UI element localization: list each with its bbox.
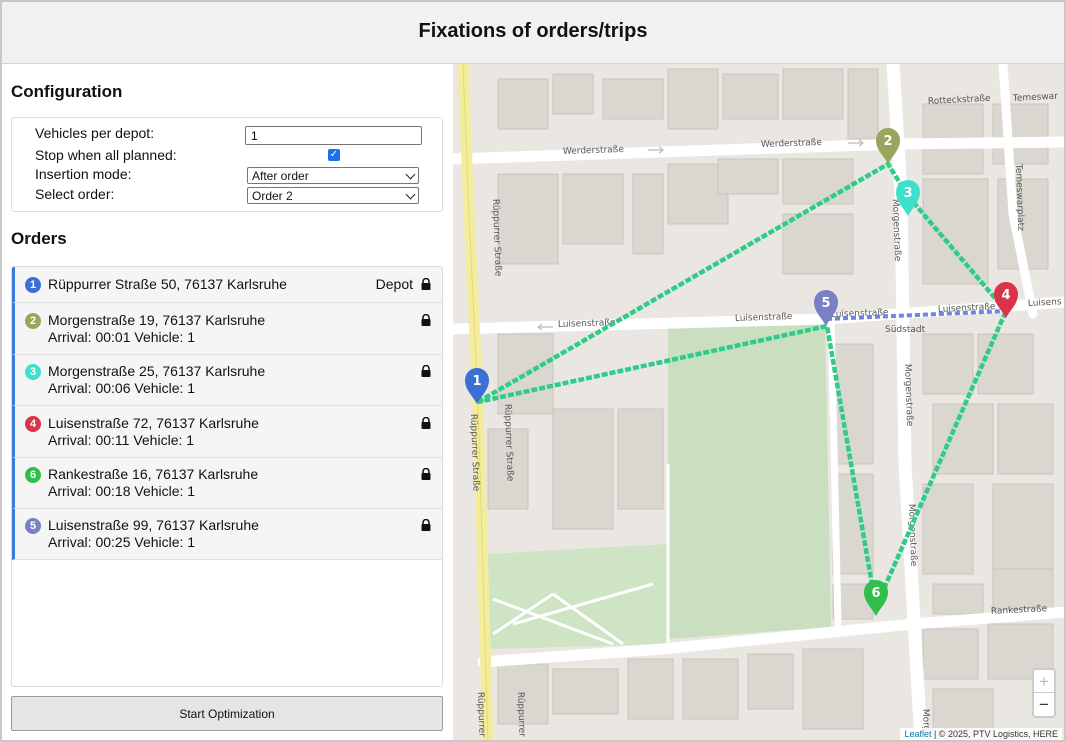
order-number-badge: 1: [25, 277, 41, 293]
configuration-title: Configuration: [11, 82, 123, 101]
order-address: Morgenstraße 25, 76137 Karlsruhe: [48, 363, 266, 379]
marker-label: 2: [883, 134, 892, 149]
insertion-mode-value: After order: [252, 169, 309, 183]
street-label: Temeswar: [1012, 92, 1059, 104]
configuration-panel: Vehicles per depot: Stop when all planne…: [11, 117, 443, 212]
park-area: [488, 544, 668, 649]
app-header: Fixations of orders/trips: [0, 0, 1066, 64]
lock-icon[interactable]: [420, 314, 432, 326]
order-address: Rankestraße 16, 76137 Karlsruhe: [48, 466, 259, 482]
chevron-down-icon: [405, 189, 416, 200]
street-label: Morgenstraße: [890, 199, 902, 262]
park-area: [668, 322, 831, 639]
orders-list: 1 Rüppurrer Straße 50, 76137 Karlsruhe D…: [11, 266, 443, 687]
vehicles-per-depot-input[interactable]: [245, 126, 422, 145]
attribution-text: | © 2025, PTV Logistics, HERE: [931, 729, 1058, 739]
order-arrival-info: Arrival: 00:25 Vehicle: 1: [48, 534, 196, 550]
order-number-badge: 4: [25, 416, 41, 432]
order-address: Luisenstraße 99, 76137 Karlsruhe: [48, 517, 259, 533]
page-title: Fixations of orders/trips: [418, 20, 648, 42]
lock-icon[interactable]: [420, 365, 432, 377]
start-optimization-button[interactable]: Start Optimization: [11, 696, 443, 731]
map-attribution: Leaflet | © 2025, PTV Logistics, HERE: [900, 728, 1062, 740]
street-label: Rüppurrer Straße: [468, 414, 481, 492]
street-label: Luisenstraße: [735, 312, 793, 324]
order-address: Morgenstraße 19, 76137 Karlsruhe: [48, 312, 266, 328]
order-row[interactable]: 4 Luisenstraße 72, 76137 Karlsruhe Arriv…: [12, 406, 442, 458]
order-row[interactable]: 6 Rankestraße 16, 76137 Karlsruhe Arriva…: [12, 458, 442, 509]
street-label: Rüppurrer: [475, 692, 487, 738]
vehicles-per-depot-label: Vehicles per depot:: [35, 125, 155, 141]
lock-icon[interactable]: [420, 278, 432, 290]
stop-when-all-planned-label: Stop when all planned:: [35, 147, 177, 163]
order-address: Luisenstraße 72, 76137 Karlsruhe: [48, 415, 259, 431]
zoom-out-button[interactable]: −: [1034, 693, 1054, 716]
select-order-label: Select order:: [35, 186, 115, 202]
lock-icon[interactable]: [420, 417, 432, 429]
street-label: Rüppurrer Straße: [490, 199, 503, 277]
order-number-badge: 6: [25, 467, 41, 483]
order-arrival-info: Arrival: 00:18 Vehicle: 1: [48, 483, 196, 499]
order-row[interactable]: 2 Morgenstraße 19, 76137 Karlsruhe Arriv…: [12, 303, 442, 355]
stop-when-all-planned-checkbox[interactable]: ✓: [328, 149, 340, 161]
leaflet-link[interactable]: Leaflet: [904, 729, 931, 739]
marker-label: 6: [871, 586, 880, 601]
map-canvas[interactable]: Rotteckstraße Temeswar Werderstraße Werd…: [453, 64, 1066, 742]
order-row[interactable]: 3 Morgenstraße 25, 76137 Karlsruhe Arriv…: [12, 355, 442, 406]
order-number-badge: 3: [25, 364, 41, 380]
marker-label: 4: [1001, 288, 1010, 303]
order-row[interactable]: 5 Luisenstraße 99, 76137 Karlsruhe Arriv…: [12, 509, 442, 560]
order-arrival-info: Arrival: 00:06 Vehicle: 1: [48, 380, 196, 396]
select-order-value: Order 2: [252, 189, 293, 203]
district-label: Südstadt: [885, 325, 926, 335]
order-row-depot[interactable]: 1 Rüppurrer Straße 50, 76137 Karlsruhe D…: [12, 267, 442, 303]
select-order-select[interactable]: Order 2: [247, 187, 419, 204]
chevron-down-icon: [405, 169, 416, 180]
order-address: Rüppurrer Straße 50, 76137 Karlsruhe: [48, 276, 287, 292]
order-arrival-info: Arrival: 00:11 Vehicle: 1: [48, 432, 195, 448]
lock-icon[interactable]: [420, 519, 432, 531]
order-number-badge: 5: [25, 518, 41, 534]
map-view[interactable]: Rotteckstraße Temeswar Werderstraße Werd…: [453, 64, 1066, 742]
marker-label: 3: [903, 186, 912, 201]
street-label: Luisens: [1028, 297, 1062, 309]
left-panel: Configuration Vehicles per depot: Stop w…: [0, 64, 453, 742]
marker-label: 5: [821, 296, 830, 311]
zoom-control: + −: [1032, 668, 1056, 718]
zoom-in-button[interactable]: +: [1034, 670, 1054, 693]
depot-label: Depot: [375, 276, 413, 292]
insertion-mode-label: Insertion mode:: [35, 166, 132, 182]
street-label: Rüppurrer: [515, 692, 527, 738]
lock-icon[interactable]: [420, 468, 432, 480]
order-arrival-info: Arrival: 00:01 Vehicle: 1: [48, 329, 196, 345]
marker-label: 1: [472, 374, 481, 389]
insertion-mode-select[interactable]: After order: [247, 167, 419, 184]
order-number-badge: 2: [25, 313, 41, 329]
orders-title: Orders: [11, 229, 67, 248]
